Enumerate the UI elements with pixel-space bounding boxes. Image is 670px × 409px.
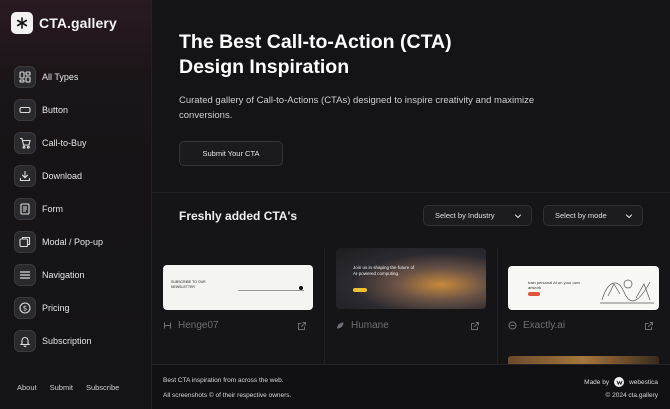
cart-icon [14,132,36,154]
card-thumbnail[interactable]: SUBSCRIBE TO OUR NEWSLETTER [163,265,313,310]
industry-select-label: Select by Industry [435,211,495,220]
hero: The Best Call-to-Action (CTA) Design Ins… [152,0,670,192]
card-name: Henge07 [163,320,219,331]
submit-link[interactable]: Submit [50,383,73,392]
sidebar-item-label: Button [42,105,69,115]
thumb-input [238,286,304,291]
thumb-text: Join us in shaping the future of AI-powe… [353,265,415,276]
form-icon [14,198,36,220]
sidebar: CTA.gallery All Types Button Call-to-Buy… [0,0,152,409]
thumb-text: SUBSCRIBE TO OUR NEWSLETTER [171,280,206,289]
humane-logo-icon [336,321,345,330]
card-name: Humane [336,320,389,331]
sidebar-item-navigation[interactable]: Navigation [14,264,103,286]
sidebar-item-pricing[interactable]: $ Pricing [14,297,103,319]
title-line-1: The Best Call-to-Action (CTA) [179,31,452,53]
external-link-icon[interactable] [297,321,307,331]
dollar-icon: $ [14,297,36,319]
mode-select[interactable]: Select by mode [543,205,643,226]
cta-card-henge07[interactable]: SUBSCRIBE TO OUR NEWSLETTER Henge07 [163,248,335,365]
made-by-label: Made by [584,378,610,386]
sidebar-item-button[interactable]: Button [14,99,103,121]
henge-logo-icon [163,321,172,330]
sidebar-footer: About Submit Subscribe [17,383,119,392]
sidebar-item-label: Subscription [42,336,92,346]
submit-cta-button[interactable]: Submit Your CTA [179,141,283,166]
hero-description: Curated gallery of Call-to-Actions (CTAs… [179,95,535,121]
page-title: The Best Call-to-Action (CTA) Design Ins… [179,30,539,80]
sidebar-item-modal[interactable]: Modal / Pop-up [14,231,103,253]
card-thumbnail[interactable]: train personal AI on your own artwork [508,266,659,310]
sketch-illustration [600,279,654,304]
external-link-icon[interactable] [470,321,480,331]
sidebar-item-label: Download [42,171,83,181]
section-title: Freshly added CTA's [179,209,297,223]
sidebar-item-label: Pricing [42,303,70,313]
footer-made-by: Made by webestica [584,377,658,387]
title-line-2: Design Inspiration [179,56,350,78]
card-thumbnail[interactable]: Join us in shaping the future of AI-powe… [336,248,486,309]
cta-grid: SUBSCRIBE TO OUR NEWSLETTER Henge07 Join… [152,248,670,365]
brand[interactable]: CTA.gallery [11,12,117,34]
sidebar-item-call-to-buy[interactable]: Call-to-Buy [14,132,103,154]
sidebar-item-label: Modal / Pop-up [42,237,104,247]
card-name-text: Humane [351,320,389,331]
sidebar-item-all-types[interactable]: All Types [14,66,103,88]
download-icon [14,165,36,187]
thumb-button [353,288,367,292]
footer: Best CTA inspiration from across the web… [152,364,670,409]
cta-card-exactly-ai[interactable]: train personal AI on your own artwork Ex… [508,248,670,365]
thumb-text: train personal AI on your own artwork [528,280,580,290]
sidebar-item-label: Navigation [42,270,85,280]
webestica-logo-icon [614,377,625,387]
sidebar-item-form[interactable]: Form [14,198,103,220]
asterisk-logo-icon [11,12,33,34]
svg-text:$: $ [23,305,27,313]
sidebar-nav: All Types Button Call-to-Buy Download Fo… [14,66,103,363]
sidebar-item-download[interactable]: Download [14,165,103,187]
chevron-down-icon [514,214,522,219]
thumb-dot [299,286,303,290]
mode-select-label: Select by mode [555,211,607,220]
about-link[interactable]: About [17,383,37,392]
sidebar-item-label: Call-to-Buy [42,138,87,148]
sidebar-item-subscription[interactable]: Subscription [14,330,103,352]
card-name: Exactly.ai [508,320,565,331]
menu-icon [14,264,36,286]
brand-name: CTA.gallery [39,15,117,31]
subscribe-link[interactable]: Subscribe [86,383,119,392]
grid-icon [14,66,36,88]
footer-copyright-note: All screenshots © of their respective ow… [163,392,292,399]
sidebar-item-label: All Types [42,72,79,82]
external-link-icon[interactable] [644,321,654,331]
chevron-down-icon [625,214,633,219]
footer-tagline: Best CTA inspiration from across the web… [163,377,284,384]
card-name-text: Exactly.ai [523,320,566,331]
card-name-text: Henge07 [178,320,219,331]
sidebar-item-label: Form [42,204,63,214]
thumb-button [528,292,540,296]
gallery-section: Freshly added CTA's Select by Industry S… [152,192,670,365]
cta-card-humane[interactable]: Join us in shaping the future of AI-powe… [336,248,508,365]
button-icon [14,99,36,121]
footer-copyright: © 2024 cta.gallery [605,392,659,399]
industry-select[interactable]: Select by Industry [423,205,532,226]
modal-icon [14,231,36,253]
bell-icon [14,330,36,352]
exactly-logo-icon [508,321,517,330]
maker-link[interactable]: webestica [629,379,658,386]
